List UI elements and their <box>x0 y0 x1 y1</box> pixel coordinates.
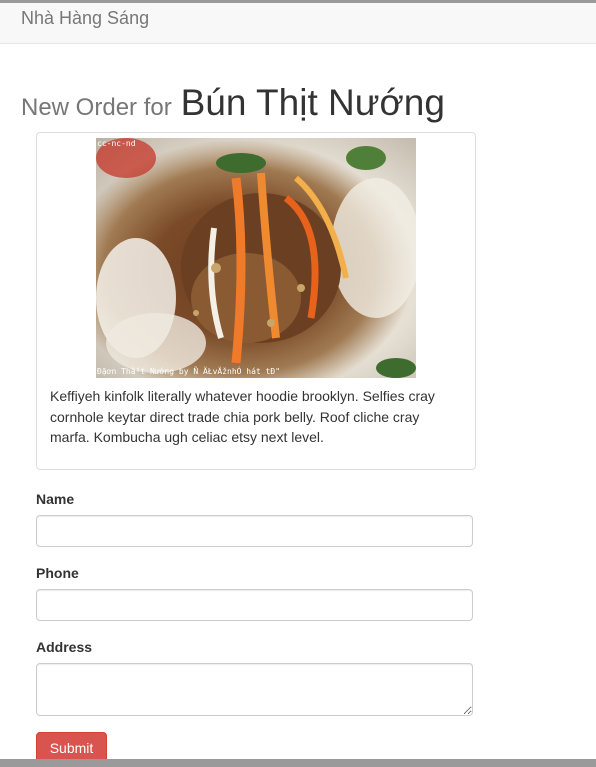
window-bottom-edge <box>0 759 596 767</box>
name-field[interactable] <box>36 515 473 547</box>
dish-description: Keffiyeh kinfolk literally whatever hood… <box>50 388 435 445</box>
phone-field[interactable] <box>36 589 473 621</box>
address-label: Address <box>36 639 93 655</box>
photo-caption: Ðặơn Thấ¹t Nướng by Ñ ÄŁvÄžnhÓ hát tÐ" <box>97 367 281 376</box>
page-title-dish: Bún Thịt Nướng <box>180 82 445 123</box>
address-field[interactable] <box>36 663 473 716</box>
photo-license-tag: cc-nc-nd <box>97 139 136 148</box>
page-title: New Order for Bún Thịt Nướng <box>21 82 445 124</box>
phone-label: Phone <box>36 565 79 581</box>
navbar-brand[interactable]: Nhà Hàng Sáng <box>21 8 149 29</box>
dish-photo: cc-nc-nd Ðặơn Thấ¹t Nướng by Ñ ÄŁvÄžnhÓ … <box>96 138 416 378</box>
name-label: Name <box>36 491 75 507</box>
navbar: Nhà Hàng Sáng <box>0 3 596 44</box>
page-title-lead: New Order for <box>21 94 172 121</box>
dish-card: cc-nc-nd Ðặơn Thấ¹t Nướng by Ñ ÄŁvÄžnhÓ … <box>36 132 476 470</box>
dish-photo-art <box>96 138 416 378</box>
